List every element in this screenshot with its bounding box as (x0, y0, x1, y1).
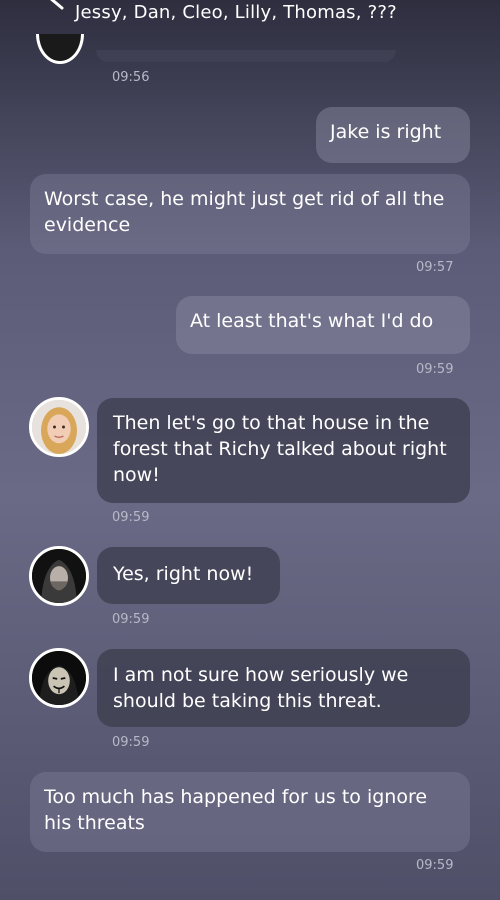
chat-header: Jessy, Dan, Cleo, Lilly, Thomas, ??? (0, 0, 500, 30)
message-time: 09:57 (416, 260, 454, 275)
message-bubble (96, 50, 396, 62)
message-text: Then let's go to that house in the fores… (113, 412, 447, 486)
message-time: 09:59 (416, 858, 454, 873)
message-bubble-incoming: Then let's go to that house in the fores… (97, 398, 470, 503)
message-bubble-incoming: Worst case, he might just get rid of all… (30, 174, 470, 254)
message-text: At least that's what I'd do (190, 310, 434, 332)
chat-title[interactable]: Jessy, Dan, Cleo, Lilly, Thomas, ??? (75, 2, 397, 23)
avatar[interactable] (36, 34, 84, 64)
message-time: 09:56 (112, 70, 150, 85)
hooded-man-icon (32, 549, 86, 603)
anonymous-mask-icon (32, 651, 86, 705)
message-time: 09:59 (112, 735, 150, 750)
message-text: Yes, right now! (113, 563, 254, 585)
message-bubble-incoming: I am not sure how seriously we should be… (97, 649, 470, 727)
message-text: Jake is right (330, 121, 442, 143)
message-time: 09:59 (416, 362, 454, 377)
message-text: I am not sure how seriously we should be… (113, 664, 409, 712)
message-bubble-outgoing: Jake is right (316, 107, 470, 163)
message-text: Too much has happened for us to ignore h… (44, 786, 428, 834)
hooded-man-avatar[interactable] (29, 546, 89, 606)
message-bubble-incoming: Yes, right now! (97, 547, 280, 604)
message-time: 09:59 (112, 612, 150, 627)
message-text: Worst case, he might just get rid of all… (44, 188, 445, 236)
back-arrow-icon[interactable] (40, 0, 70, 18)
message-bubble-outgoing: At least that's what I'd do (176, 296, 470, 354)
message-time: 09:59 (112, 510, 150, 525)
message-bubble-incoming: Too much has happened for us to ignore h… (30, 772, 470, 852)
blonde-woman-icon (32, 400, 86, 454)
anonymous-mask-avatar[interactable] (29, 648, 89, 708)
blonde-woman-avatar[interactable] (29, 397, 89, 457)
